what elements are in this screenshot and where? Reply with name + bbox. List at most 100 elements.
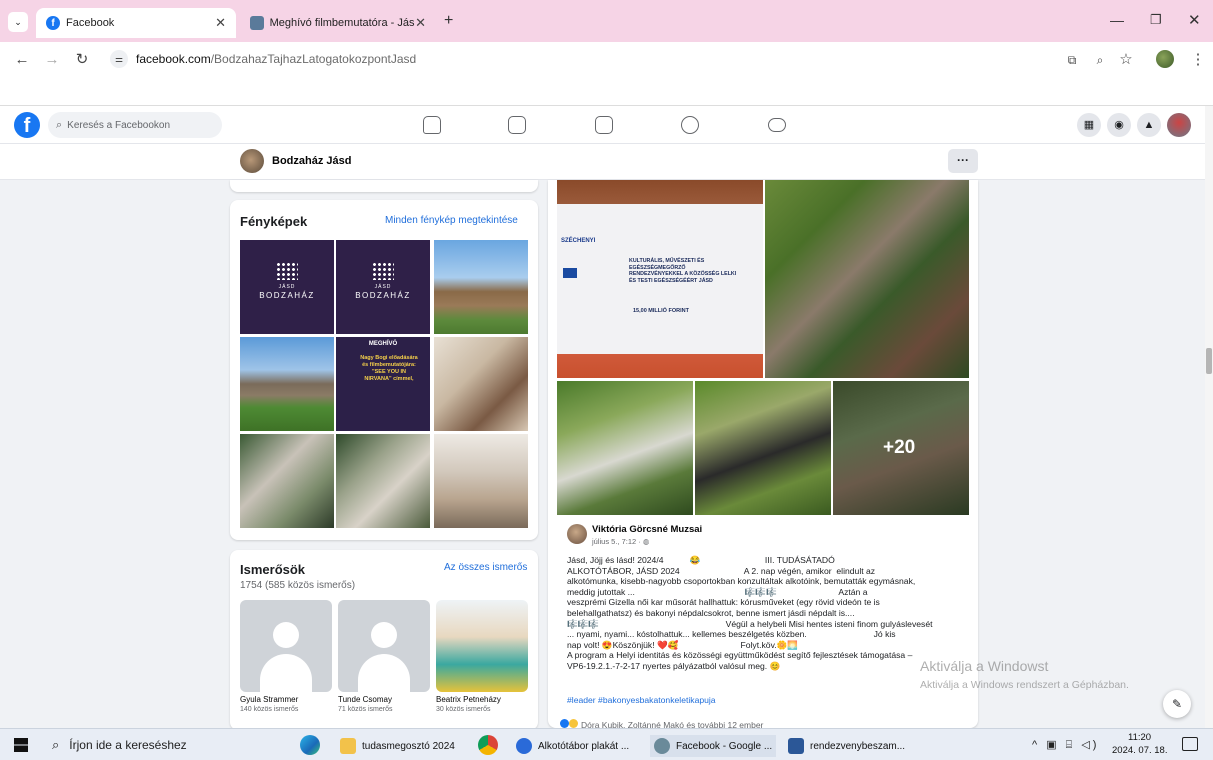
- facebook-logo-icon[interactable]: f: [14, 112, 40, 138]
- chrome-profile-icon: [654, 738, 670, 754]
- reactions-row[interactable]: Dóra Kubik, Zoltánné Makó és további 12 …: [560, 719, 960, 728]
- new-message-button[interactable]: ✎: [1163, 690, 1191, 718]
- post-date[interactable]: július 5., 7:12 · ◍: [592, 537, 649, 546]
- page-avatar[interactable]: [240, 149, 264, 173]
- windows-start-icon[interactable]: [14, 738, 28, 752]
- friend-name[interactable]: Tunde Csomay: [338, 695, 392, 704]
- gaming-icon[interactable]: [768, 118, 786, 132]
- poster-brand: SZÉCHENYI: [561, 238, 596, 244]
- photo-logo-2[interactable]: JÁSD BODZAHÁZ: [336, 240, 430, 334]
- clock-time[interactable]: 11:20: [1128, 732, 1151, 743]
- post-photo-group-sitting[interactable]: [765, 180, 969, 378]
- more-options-button[interactable]: ···: [948, 149, 978, 173]
- clock-date[interactable]: 2024. 07. 18.: [1112, 745, 1167, 756]
- app-label: tudasmegosztó 2024: [362, 740, 455, 752]
- groups-icon[interactable]: [681, 116, 699, 134]
- url-field[interactable]: ⚌ facebook.com/BodzahazTajhazLatogatokoz…: [108, 47, 1058, 71]
- post-hashtags[interactable]: #leader #bakonyesbakatonkeletikapuja: [567, 695, 716, 705]
- friend-name[interactable]: Gyula Strammer: [240, 695, 298, 704]
- post-photo-garden-2[interactable]: [695, 381, 831, 515]
- tab-facebook[interactable]: f Facebook ✕: [36, 8, 236, 38]
- post-photo-garden-1[interactable]: [557, 381, 693, 515]
- search-placeholder: Keresés a Facebookon: [67, 119, 171, 131]
- author-avatar[interactable]: [567, 524, 587, 544]
- photo-exhibit-1[interactable]: [240, 434, 334, 528]
- close-tab-icon[interactable]: ✕: [415, 15, 426, 31]
- friend-mutual: 71 közös ismerős: [338, 706, 393, 713]
- edge-icon[interactable]: [300, 735, 320, 755]
- windows-taskbar: ⌕ Írjon ide a kereséshez tudasmegosztó 2…: [0, 728, 1213, 760]
- marketplace-icon[interactable]: [595, 116, 613, 134]
- taskbar-app-chrome-1[interactable]: Alkotótábor plakát ...: [516, 735, 629, 757]
- forward-button[interactable]: →: [42, 50, 62, 70]
- poster-amount: 15,00 MILLIÓ FORINT: [633, 308, 689, 314]
- photo-exhibit-2[interactable]: [336, 434, 430, 528]
- photo-group[interactable]: [434, 434, 528, 528]
- close-tab-icon[interactable]: ✕: [215, 15, 226, 31]
- photo-invitation[interactable]: MEGHÍVÓ Nagy Bogi előadására és filmbemu…: [336, 337, 430, 431]
- photo-logo-1[interactable]: JÁSD BODZAHÁZ: [240, 240, 334, 334]
- taskbar-search[interactable]: ⌕ Írjon ide a kereséshez: [48, 733, 288, 757]
- page-scrollbar[interactable]: [1205, 106, 1213, 728]
- intro-card-bottom: [230, 180, 538, 192]
- profile-avatar[interactable]: [1156, 50, 1174, 68]
- friends-count: 1754 (585 közös ismerős): [240, 580, 356, 591]
- url-domain: facebook.com: [136, 52, 211, 66]
- logo-text: BODZAHÁZ: [355, 291, 411, 300]
- tab-invitation[interactable]: Meghívó filmbemutatóra - Jásd ✕: [240, 8, 436, 38]
- install-app-icon[interactable]: ⧉: [1062, 50, 1082, 70]
- facebook-top-nav: f ⌕ Keresés a Facebookon ▦ ◉ ▲: [0, 106, 1205, 144]
- see-all-friends-link[interactable]: Az összes ismerős: [444, 562, 527, 573]
- page-name[interactable]: Bodzaház Jásd: [272, 155, 351, 167]
- reload-button[interactable]: ↻: [72, 50, 92, 70]
- logo-small-text: JÁSD: [374, 284, 392, 290]
- address-bar-row: ← → ↻ ⚌ facebook.com/BodzahazTajhazLatog…: [0, 42, 1213, 76]
- close-window-button[interactable]: ✕: [1188, 11, 1201, 29]
- scrollbar-thumb[interactable]: [1206, 348, 1212, 374]
- photo-farmhouse[interactable]: [240, 337, 334, 431]
- minimize-button[interactable]: —: [1110, 12, 1124, 28]
- taskbar-app-folder[interactable]: tudasmegosztó 2024: [340, 735, 455, 757]
- chrome-profile-icon: [516, 738, 532, 754]
- see-all-photos-link[interactable]: Minden fénykép megtekintése: [385, 215, 518, 226]
- menu-grid-icon[interactable]: ▦: [1077, 113, 1101, 137]
- post-photo-more[interactable]: +20: [833, 381, 969, 515]
- author-name[interactable]: Viktória Görcsné Muzsai: [592, 524, 702, 535]
- messenger-icon[interactable]: ◉: [1107, 113, 1131, 137]
- zoom-icon[interactable]: ⌕: [1090, 50, 1110, 70]
- post-date-text: július 5., 7:12 ·: [592, 537, 643, 546]
- app-label: rendezvenybeszam...: [810, 740, 906, 752]
- account-avatar[interactable]: [1167, 113, 1191, 137]
- friend-avatar[interactable]: [338, 600, 430, 692]
- friend-name[interactable]: Beatrix Petneházy: [436, 695, 501, 704]
- search-icon: ⌕: [52, 737, 60, 752]
- elderberry-logo-icon: [276, 262, 298, 280]
- restore-button[interactable]: ❐: [1150, 12, 1162, 28]
- bookmarks-bar: [0, 76, 1213, 106]
- photo-workshop-room[interactable]: [434, 337, 528, 431]
- browser-menu-icon[interactable]: ⋮: [1188, 50, 1208, 70]
- photo-barn-sky[interactable]: [434, 240, 528, 334]
- taskbar-app-chrome-2[interactable]: Facebook - Google ...: [650, 735, 777, 757]
- video-icon[interactable]: [508, 116, 526, 134]
- friend-avatar[interactable]: [240, 600, 332, 692]
- app-label: Alkotótábor plakát ...: [538, 740, 630, 752]
- bookmark-star-icon[interactable]: ☆: [1116, 50, 1136, 70]
- taskbar-app-word[interactable]: rendezvenybeszam...: [788, 735, 905, 757]
- facebook-search-input[interactable]: ⌕ Keresés a Facebookon: [48, 112, 222, 138]
- site-info-icon[interactable]: ⚌: [110, 50, 128, 68]
- notification-center-icon[interactable]: [1182, 737, 1198, 751]
- post-photo-poster[interactable]: SZÉCHENYI KULTURÁLIS, MŰVÉSZETI ÉS EGÉSZ…: [557, 180, 763, 378]
- new-tab-button[interactable]: +: [444, 12, 453, 30]
- friend-avatar[interactable]: [436, 600, 528, 692]
- tab-title: Facebook: [66, 17, 115, 29]
- haha-reaction-icon: [569, 719, 578, 728]
- notifications-bell-icon[interactable]: ▲: [1137, 113, 1161, 137]
- invite-head: MEGHÍVÓ: [368, 341, 398, 347]
- back-button[interactable]: ←: [12, 50, 32, 70]
- url-path: /BodzahazTajhazLatogatokozpontJasd: [210, 52, 417, 66]
- chrome-icon[interactable]: [478, 735, 498, 755]
- home-icon[interactable]: [423, 116, 441, 134]
- tab-list-button[interactable]: ⌄: [8, 12, 28, 32]
- tray-icons[interactable]: ^ ▣ ⌸ ◁): [1032, 738, 1099, 752]
